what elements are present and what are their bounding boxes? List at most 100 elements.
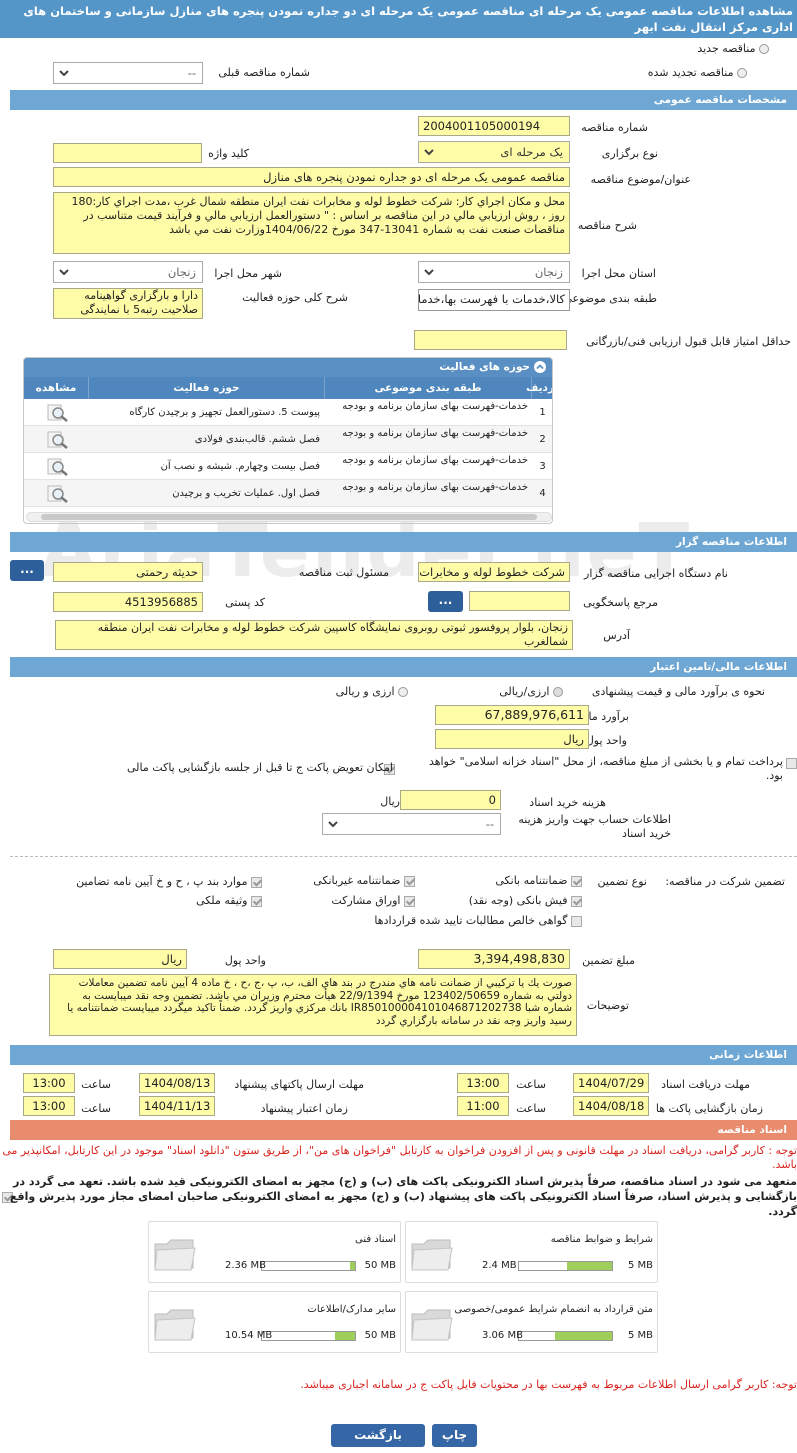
guarantee-notes-label: توضیحات	[586, 999, 629, 1012]
row-category: خدمات-فهرست بهای سازمان برنامه و بودجه	[342, 428, 528, 439]
section-organizer-header: اطلاعات مناقصه گزار	[10, 532, 797, 552]
row-category: خدمات-فهرست بهای سازمان برنامه و بودجه	[342, 455, 528, 466]
radio-new-icon[interactable]	[759, 44, 769, 54]
view-button[interactable]	[24, 480, 88, 507]
treasury-checkbox[interactable]	[786, 757, 797, 769]
guarantee-checkbox[interactable]	[571, 915, 582, 927]
guarantee-option[interactable]: وثیقه ملکی	[196, 894, 262, 907]
radio-renewed-label: مناقصه تجدید شده	[647, 66, 734, 79]
guarantee-checkbox[interactable]	[251, 895, 262, 907]
validity-time: 13:00	[23, 1096, 75, 1116]
chevron-down-icon	[424, 149, 434, 156]
file-name: شرایط و ضوابط مناقصه	[550, 1234, 653, 1245]
back-button[interactable]: بازگشت	[331, 1424, 425, 1447]
guarantee-option-label: ضمانتنامه غیربانکی	[313, 874, 401, 887]
chevron-down-icon	[59, 70, 69, 77]
row-scope: فصل ششم. قالب‌بندی فولادی	[194, 434, 320, 445]
address-field: زنجان، بلوار پروفسور ثبوتی روبروی نمایشگ…	[55, 620, 573, 650]
file-progress-fill	[335, 1332, 355, 1340]
prev-tender-label: شماره مناقصه قبلی	[218, 66, 310, 79]
reference-more-button[interactable]: ...	[428, 591, 463, 612]
guarantee-option[interactable]: اوراق مشارکت	[331, 894, 415, 907]
file-max-size: 50 MB	[364, 1330, 396, 1341]
file-item[interactable]: متن قرارداد به انضمام شرایط عمومی/خصوصی 5…	[405, 1291, 658, 1353]
city-select[interactable]: زنجان	[53, 261, 203, 283]
radio-new-label: مناقصه جدید	[697, 42, 756, 55]
file-size: 2.36 MB	[225, 1260, 266, 1271]
doc-receive-date: 1404/07/29	[573, 1073, 649, 1093]
radio-currency-rial-icon[interactable]	[553, 687, 563, 697]
time-label: ساعت	[516, 1102, 546, 1115]
subject-label: عنوان/موضوع مناقصه	[590, 173, 691, 186]
account-select[interactable]: --	[322, 813, 501, 835]
radio-currency-and-rial-icon[interactable]	[398, 687, 408, 697]
opening-date: 1404/08/18	[573, 1096, 649, 1116]
view-button[interactable]	[24, 453, 88, 480]
guarantee-checkbox[interactable]	[404, 875, 415, 887]
category-field[interactable]: کالا،خدمات با فهرست بها،خدمات با فهرست ب…	[418, 289, 570, 311]
radio-renewed-icon[interactable]	[737, 68, 747, 78]
province-select[interactable]: زنجان	[418, 261, 570, 283]
guarantee-option-label: موارد بند پ ، ح و خ آیین نامه تضامین	[76, 875, 248, 888]
guarantee-option[interactable]: فیش بانکی (وجه نقد)	[469, 894, 582, 907]
file-progress-bar	[518, 1331, 613, 1341]
section-timing-header: اطلاعات زمانی	[10, 1045, 797, 1065]
file-item[interactable]: سایر مدارک/اطلاعات 50 MB 10.54 MB	[148, 1291, 401, 1353]
guarantee-checkbox[interactable]	[571, 875, 582, 887]
file-progress-fill	[555, 1332, 612, 1340]
province-value: زنجان	[534, 265, 563, 279]
guarantee-notes-field: صورت يك يا تركيبي از ضمانت نامه هاي مندر…	[49, 974, 577, 1036]
min-score-field	[414, 330, 567, 350]
min-score-label: حداقل امتیاز قابل قبول ارزیابی فنی/بازرگ…	[586, 335, 791, 348]
radio-currency-rial-label: ارزی/ریالی	[499, 685, 550, 698]
prev-tender-select[interactable]: --	[53, 62, 203, 84]
city-label: شهر محل اجرا	[214, 267, 282, 280]
row-category: خدمات-فهرست بهای سازمان برنامه و بودجه	[342, 482, 528, 493]
scrollbar-thumb[interactable]	[41, 514, 537, 520]
hold-type-select[interactable]: یک مرحله ای	[418, 141, 570, 163]
guarantee-option[interactable]: گواهی خالص مطالبات تایید شده قراردادها	[374, 914, 582, 927]
guarantee-currency-label: واحد پول	[224, 954, 266, 967]
file-progress-bar	[261, 1331, 356, 1341]
send-envelopes-date: 1404/08/13	[139, 1073, 215, 1093]
guarantee-type-label: نوع تضمین	[597, 875, 647, 888]
radio-renewed-tender[interactable]: مناقصه تجدید شده	[648, 66, 747, 79]
docs-note-pricelist: توجه: کاربر گرامی ارسال اطلاعات مربوط به…	[300, 1378, 797, 1391]
keyword-field[interactable]	[53, 143, 202, 163]
account-value: --	[485, 817, 494, 831]
validity-label: زمان اعتبار پیشنهاد	[260, 1102, 348, 1115]
guarantee-option[interactable]: ضمانتنامه غیربانکی	[313, 874, 415, 887]
print-button[interactable]: چاپ	[432, 1424, 477, 1447]
table-row: 2 خدمات-فهرست بهای سازمان برنامه و بودجه ف…	[24, 426, 552, 453]
activity-title-text: حوزه های فعالیت	[439, 361, 530, 373]
guarantee-checkbox[interactable]	[251, 876, 262, 888]
org-field: شرکت خطوط لوله و مخابرات	[418, 562, 570, 582]
radio-currency-and-rial[interactable]: ارزی و ریالی	[336, 685, 408, 698]
org-label: نام دستگاه اجرایی مناقصه گزار	[584, 567, 728, 580]
scope-field: دارا و بارگزاری گواهینامه صلاحیت رتبه5 ب…	[53, 288, 203, 319]
guarantee-checkbox[interactable]	[571, 895, 582, 907]
radio-new-tender[interactable]: مناقصه جدید	[697, 42, 769, 55]
scope-label: شرح کلی حوزه فعالیت	[242, 291, 348, 304]
organizer-more-button[interactable]: ...	[10, 560, 44, 581]
file-item[interactable]: اسناد فنی 50 MB 2.36 MB	[148, 1221, 401, 1283]
guarantee-checkbox[interactable]	[404, 895, 415, 907]
col-scope: حوزه فعالیت	[88, 377, 324, 399]
doc-fee-field: 0	[400, 790, 501, 810]
responsible-label: مسئول ثبت مناقصه	[298, 566, 389, 579]
file-item[interactable]: شرایط و ضوابط مناقصه 5 MB 2.4 MB	[405, 1221, 658, 1283]
guarantee-option[interactable]: موارد بند پ ، ح و خ آیین نامه تضامین	[76, 875, 262, 888]
horizontal-scrollbar[interactable]	[26, 512, 552, 522]
view-button[interactable]	[24, 399, 88, 426]
guarantee-option-label: وثیقه ملکی	[196, 894, 248, 907]
guarantee-option[interactable]: ضمانتنامه بانکی	[495, 874, 582, 887]
postal-code-label: کد پستی	[225, 596, 265, 609]
guarantee-option-label: فیش بانکی (وجه نقد)	[468, 894, 568, 907]
radio-currency-rial[interactable]: ارزی/ریالی	[499, 685, 563, 698]
file-max-size: 5 MB	[627, 1260, 653, 1271]
collapse-icon[interactable]	[534, 361, 546, 373]
view-button[interactable]	[24, 426, 88, 453]
table-row: 1 خدمات-فهرست بهای سازمان برنامه و بودجه پ…	[24, 399, 552, 426]
chevron-down-icon	[328, 821, 338, 828]
tender-number-label: شماره مناقصه	[581, 121, 648, 134]
